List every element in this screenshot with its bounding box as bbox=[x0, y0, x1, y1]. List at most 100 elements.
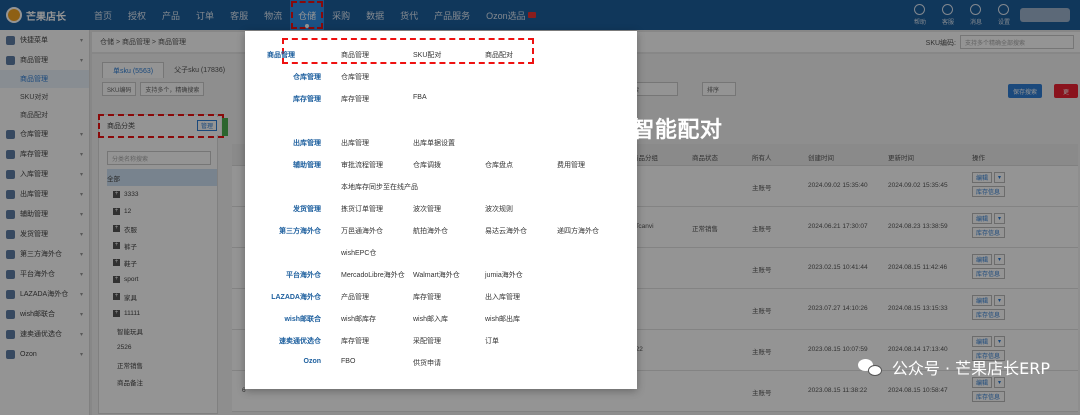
sidebar-item-13[interactable]: Ozon ▾ bbox=[0, 344, 89, 364]
sku-search-input[interactable]: 支持多个精确全部搜索 bbox=[960, 35, 1074, 49]
stock-info-button[interactable]: 库存信息 bbox=[972, 186, 1006, 197]
edit-dropdown-button[interactable]: ▾ bbox=[994, 213, 1006, 224]
menu-item[interactable]: 库存管理 bbox=[413, 292, 441, 302]
menu-item[interactable]: 商品配对 bbox=[485, 50, 513, 60]
category-item[interactable]: 全部 bbox=[107, 169, 217, 186]
stock-info-button[interactable]: 库存信息 bbox=[972, 391, 1006, 402]
user-avatar[interactable] bbox=[1020, 8, 1070, 22]
category-search-input[interactable]: 分类名称搜索 bbox=[107, 151, 211, 165]
category-item[interactable]: 正常销售 bbox=[107, 356, 217, 373]
nav-item-7[interactable]: 采购 bbox=[324, 0, 358, 30]
top-tool-0[interactable]: 帮助 bbox=[914, 4, 926, 26]
menu-item[interactable]: wishEPC仓 bbox=[341, 248, 376, 258]
expand-plus-icon[interactable]: + bbox=[113, 225, 120, 232]
menu-item[interactable]: wish邮出库 bbox=[485, 314, 520, 324]
sidebar-item-5[interactable]: 出库管理 ▾ bbox=[0, 184, 89, 204]
sidebar-item-12[interactable]: 速卖通优选仓 ▾ bbox=[0, 324, 89, 344]
sidebar-item-10[interactable]: LAZADA海外仓 ▾ bbox=[0, 284, 89, 304]
category-item[interactable]: + 家具 bbox=[107, 288, 217, 305]
expand-plus-icon[interactable]: + bbox=[113, 293, 120, 300]
nav-item-3[interactable]: 订单 bbox=[188, 0, 222, 30]
menu-item[interactable]: 商品管理 bbox=[341, 50, 369, 60]
menu-item[interactable]: SKU配对 bbox=[413, 50, 441, 60]
nav-item-9[interactable]: 货代 bbox=[392, 0, 426, 30]
sidebar-item-1[interactable]: 商品管理 ▾ bbox=[0, 50, 89, 70]
menu-item[interactable]: Walmart海外仓 bbox=[413, 270, 460, 280]
collapse-handle[interactable] bbox=[222, 118, 228, 136]
menu-item[interactable]: 易达云海外仓 bbox=[485, 226, 527, 236]
edit-dropdown-button[interactable]: ▾ bbox=[994, 172, 1006, 183]
menu-item[interactable]: 仓库调拨 bbox=[413, 160, 441, 170]
menu-item[interactable]: 库存管理 bbox=[341, 94, 369, 104]
sidebar-item-3[interactable]: 库存管理 ▾ bbox=[0, 144, 89, 164]
top-tool-1[interactable]: 客服 bbox=[942, 4, 954, 26]
tab-0[interactable]: 单sku (5563) bbox=[102, 62, 165, 78]
sidebar-item-2[interactable]: 仓库管理 ▾ bbox=[0, 124, 89, 144]
sidebar-subitem-1[interactable]: SKU对对 bbox=[0, 88, 89, 106]
nav-item-8[interactable]: 数据 bbox=[358, 0, 392, 30]
sidebar-item-0[interactable]: 快捷菜单 ▾ bbox=[0, 30, 89, 50]
edit-button[interactable]: 编辑 bbox=[972, 172, 993, 183]
expand-plus-icon[interactable]: + bbox=[113, 310, 120, 317]
nav-item-11[interactable]: Ozon选品 bbox=[478, 0, 544, 30]
category-item[interactable]: +12 bbox=[107, 203, 217, 220]
sidebar-item-9[interactable]: 平台海外仓 ▾ bbox=[0, 264, 89, 284]
category-item[interactable]: + 鞋子 bbox=[107, 254, 217, 271]
menu-item[interactable]: 仓库盘点 bbox=[485, 160, 513, 170]
category-item[interactable]: + sport bbox=[107, 271, 217, 288]
filter-1[interactable]: 支持多个，精确搜索 bbox=[140, 82, 205, 96]
sidebar-item-6[interactable]: 辅助管理 ▾ bbox=[0, 204, 89, 224]
stock-info-button[interactable]: 库存信息 bbox=[972, 309, 1006, 320]
stock-info-button[interactable]: 库存信息 bbox=[972, 227, 1006, 238]
menu-item[interactable]: 仓库管理 bbox=[341, 72, 369, 82]
nav-item-1[interactable]: 授权 bbox=[120, 0, 154, 30]
category-item[interactable]: + 裤子 bbox=[107, 237, 217, 254]
edit-dropdown-button[interactable]: ▾ bbox=[994, 336, 1006, 347]
menu-item[interactable]: 审批流程管理 bbox=[341, 160, 383, 170]
category-item[interactable]: 智能玩具 bbox=[107, 322, 217, 339]
menu-item[interactable]: FBA bbox=[413, 94, 427, 101]
nav-item-10[interactable]: 产品服务 bbox=[426, 0, 478, 30]
category-item[interactable]: +3333 bbox=[107, 186, 217, 203]
menu-item[interactable]: 本地库存同步至在线产品 bbox=[341, 182, 418, 192]
category-item[interactable]: +11111 bbox=[107, 305, 217, 322]
stock-info-button[interactable]: 库存信息 bbox=[972, 268, 1006, 279]
expand-plus-icon[interactable]: + bbox=[113, 259, 120, 266]
menu-item[interactable]: 出入库管理 bbox=[485, 292, 520, 302]
sidebar-subitem-0[interactable]: 商品管理 bbox=[0, 70, 89, 88]
expand-plus-icon[interactable]: + bbox=[113, 191, 120, 198]
menu-item[interactable]: 航拍海外仓 bbox=[413, 226, 448, 236]
menu-item[interactable]: 采配管理 bbox=[413, 336, 441, 346]
menu-item[interactable]: jumia海外仓 bbox=[485, 270, 523, 280]
edit-button[interactable]: 编辑 bbox=[972, 336, 993, 347]
menu-item[interactable]: 万邑通海外仓 bbox=[341, 226, 383, 236]
nav-item-2[interactable]: 产品 bbox=[154, 0, 188, 30]
sort-select[interactable]: 排序 bbox=[702, 82, 736, 96]
menu-item[interactable]: 费用管理 bbox=[557, 160, 585, 170]
menu-item[interactable]: 波次管理 bbox=[413, 204, 441, 214]
sidebar-item-4[interactable]: 入库管理 ▾ bbox=[0, 164, 89, 184]
save-search-button[interactable]: 保存搜索 bbox=[1008, 84, 1043, 98]
nav-item-4[interactable]: 客服 bbox=[222, 0, 256, 30]
top-tool-2[interactable]: 消息 bbox=[970, 4, 982, 26]
nav-item-5[interactable]: 物流 bbox=[256, 0, 290, 30]
expand-plus-icon[interactable]: + bbox=[113, 276, 120, 283]
menu-item[interactable]: 拣货订单管理 bbox=[341, 204, 383, 214]
sidebar-item-7[interactable]: 发货管理 ▾ bbox=[0, 224, 89, 244]
tab-1[interactable]: 父子sku (17836) bbox=[164, 62, 235, 78]
menu-item[interactable]: FBO bbox=[341, 358, 355, 365]
edit-button[interactable]: 编辑 bbox=[972, 254, 993, 265]
nav-item-6[interactable]: 仓储 bbox=[290, 0, 325, 30]
expand-plus-icon[interactable]: + bbox=[113, 242, 120, 249]
edit-dropdown-button[interactable]: ▾ bbox=[994, 295, 1006, 306]
top-tool-3[interactable]: 设置 bbox=[998, 4, 1010, 26]
nav-item-0[interactable]: 首页 bbox=[86, 0, 120, 30]
menu-item[interactable]: wish邮入库 bbox=[413, 314, 448, 324]
menu-item[interactable]: 波次规则 bbox=[485, 204, 513, 214]
sidebar-item-11[interactable]: wish邮联合 ▾ bbox=[0, 304, 89, 324]
app-logo[interactable]: 芒果店长 bbox=[0, 0, 80, 30]
menu-item[interactable]: wish邮库存 bbox=[341, 314, 376, 324]
more-button[interactable]: 更 bbox=[1054, 84, 1078, 98]
category-item[interactable]: + 衣服 bbox=[107, 220, 217, 237]
expand-plus-icon[interactable]: + bbox=[113, 208, 120, 215]
